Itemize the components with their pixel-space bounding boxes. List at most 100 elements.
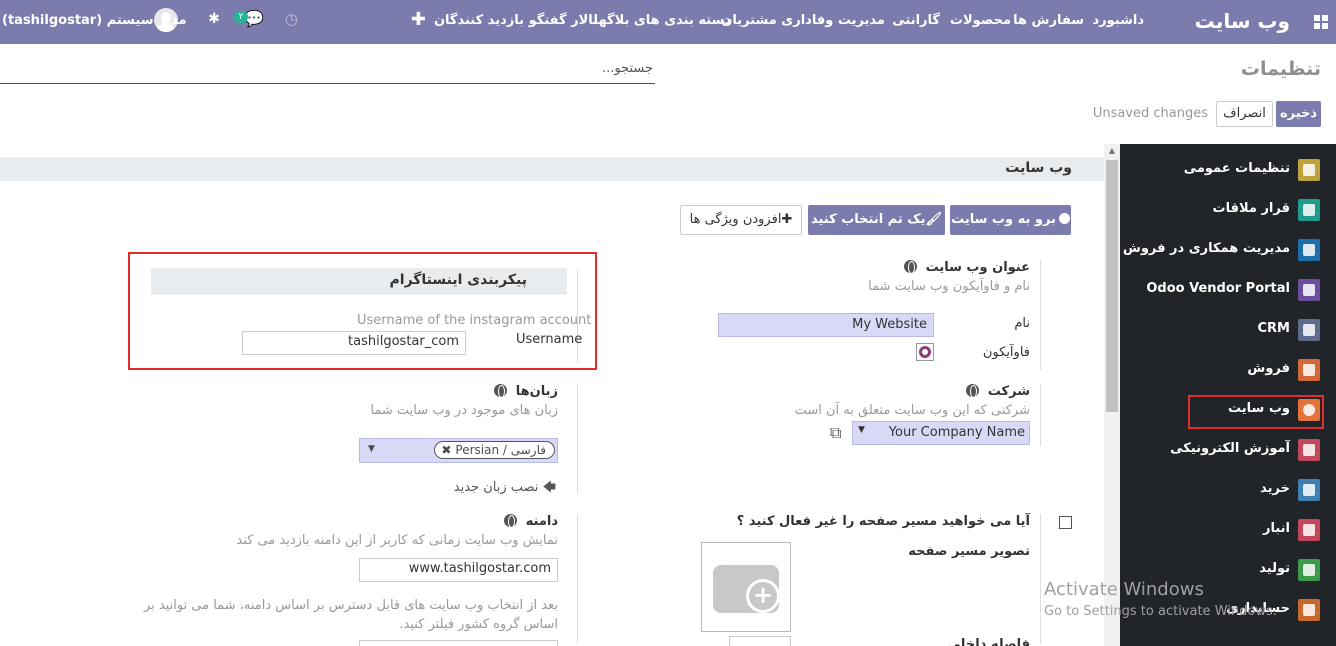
company-select[interactable]: Your Company Name ▼: [852, 421, 1030, 445]
go-to-website-button[interactable]: برو به وب سایت: [950, 205, 1071, 235]
network-icon: [1298, 239, 1320, 261]
plus-icon[interactable]: ✚: [411, 9, 426, 30]
company-desc: شرکتی که این وب سایت متعلق به آن است: [794, 403, 1030, 418]
country-group-input[interactable]: [359, 640, 558, 646]
divider: [1040, 260, 1041, 370]
language-tag: Persian / فارسی ✖: [434, 441, 555, 459]
divider: [1040, 514, 1041, 644]
sidebar-item-elearning[interactable]: آموزش الکترونیکی: [1122, 437, 1322, 463]
invoice-icon: [1298, 599, 1320, 621]
instagram-title: پیکربندی اینستاگرام: [389, 272, 527, 288]
search-bar: [0, 54, 655, 84]
domain-input[interactable]: www.tashilgostar.com: [359, 558, 558, 582]
sidebar-item-vendor-portal[interactable]: Odoo Vendor Portal: [1122, 277, 1322, 303]
box-icon: [1298, 519, 1320, 541]
sidebar-item-affiliate[interactable]: مدیریت همکاری در فروش: [1122, 237, 1322, 263]
section-title-website: وب سایت: [1005, 160, 1072, 176]
name-label: نام: [1014, 316, 1030, 331]
section-header: [0, 157, 1104, 181]
breadcrumb-image-label: تصویر مسیر صفحه: [908, 544, 1030, 559]
sidebar-item-purchase[interactable]: خرید: [1122, 477, 1322, 503]
scrollbar-thumb[interactable]: [1106, 160, 1118, 412]
course-icon: [1298, 439, 1320, 461]
languages-select[interactable]: Persian / فارسی ✖ ▼: [359, 438, 558, 463]
divider: [577, 384, 578, 494]
scroll-up-arrow-icon[interactable]: ▲: [1106, 146, 1118, 156]
top-navbar: وب سایت داشبورد سفارش ها محصولات گارانتی…: [0, 0, 1336, 44]
dropdown-caret-icon: ▼: [368, 444, 375, 454]
languages-desc: زبان های موجود در وب سایت شما: [370, 403, 558, 418]
divider: [1040, 384, 1041, 446]
domain-note-line1: بعد از انتخاب وب سایت های قابل دسترس بر …: [143, 598, 558, 613]
website-title-desc: نام و فاوآیکون وب سایت شما: [868, 279, 1030, 294]
globe-icon: [966, 384, 980, 398]
breadcrumb-image-upload[interactable]: +: [701, 542, 791, 632]
domain-note-line2: اساس گروه کشور فیلتر کنید.: [399, 617, 558, 632]
nav-item-blog-categories[interactable]: دسته بندی های بلاگها: [594, 13, 731, 28]
grid-icon: [1298, 279, 1320, 301]
nav-item-products[interactable]: محصولات: [950, 13, 1011, 28]
credit-card-icon: [1298, 479, 1320, 501]
globe-icon: [904, 260, 918, 274]
apps-menu-icon[interactable]: [1314, 15, 1328, 29]
nav-item-dashboard[interactable]: داشبورد: [1092, 13, 1144, 28]
languages-heading: زبان‌ها: [494, 384, 558, 399]
sidebar-item-general-settings[interactable]: تنظیمات عمومی: [1122, 157, 1322, 183]
plus-icon: ✚: [781, 212, 793, 227]
chat-badge: ۲: [234, 11, 248, 23]
add-features-button[interactable]: ✚افزودن ویژگی ها: [680, 205, 802, 235]
install-language-link[interactable]: 🡄 نصب زبان جدید: [454, 478, 556, 500]
company-heading: شرکت: [966, 384, 1030, 399]
globe-icon: [504, 514, 518, 528]
external-link-icon[interactable]: ⧉: [830, 423, 841, 443]
globe-icon: [1058, 213, 1070, 224]
breadcrumb-question: آیا می خواهید مسیر صفحه را غیر فعال کنید…: [736, 514, 1030, 529]
arrow-right-icon: 🡄: [542, 480, 556, 495]
clock-icon[interactable]: ◷: [285, 10, 298, 28]
instagram-username-label: Username: [516, 332, 583, 347]
instagram-header: پیکربندی اینستاگرام: [151, 268, 567, 294]
search-input[interactable]: [0, 54, 655, 82]
website-name-input[interactable]: My Website: [718, 313, 934, 337]
handshake-icon: [1298, 319, 1320, 341]
divider: [577, 514, 578, 644]
wrench-icon: [1298, 559, 1320, 581]
disable-breadcrumb-checkbox[interactable]: [1059, 516, 1072, 529]
favicon-image[interactable]: [916, 343, 934, 361]
windows-watermark-title: Activate Windows: [1044, 579, 1204, 600]
padding-input[interactable]: [729, 636, 791, 646]
save-button[interactable]: ذخیره: [1276, 101, 1321, 127]
gear-icon: [1298, 159, 1320, 181]
pick-theme-button[interactable]: 🖌یک تم انتخاب کنید: [808, 205, 945, 235]
highlight-box: [1188, 395, 1324, 429]
discard-button[interactable]: انصراف: [1216, 101, 1273, 127]
brand-title: وب سایت: [1194, 9, 1290, 33]
windows-watermark-subtitle: Go to Settings to activate Windows.: [1044, 604, 1277, 619]
nav-item-warranty[interactable]: گارانتی: [892, 13, 940, 28]
padding-label: فاصله داخلی: [947, 637, 1030, 646]
instagram-username-help: Username of the instagram account: [357, 313, 592, 328]
dropdown-caret-icon: ▼: [858, 425, 865, 435]
favicon-label: فاوآیکون: [982, 345, 1030, 360]
page-title: تنظیمات: [1240, 58, 1321, 80]
domain-desc: نمایش وب سایت زمانی که کاربر از این دامن…: [236, 533, 558, 548]
user-menu[interactable]: مدیر سیستم (tashilgostar): [2, 13, 187, 28]
brush-icon: 🖌: [925, 212, 942, 227]
bug-icon[interactable]: ✱: [208, 11, 220, 27]
instagram-username-input[interactable]: tashilgostar_com: [242, 331, 466, 355]
unsaved-changes-text: Unsaved changes: [1092, 106, 1208, 121]
sidebar-item-appointments[interactable]: قرار ملاقات: [1122, 197, 1322, 223]
remove-tag-icon[interactable]: ✖: [441, 442, 451, 458]
calendar-icon: [1298, 199, 1320, 221]
globe-icon: [494, 384, 508, 398]
nav-item-orders[interactable]: سفارش ها: [1013, 13, 1084, 28]
sidebar-item-sales[interactable]: فروش: [1122, 357, 1322, 383]
nav-item-visitors[interactable]: بازدید کنندگان: [434, 13, 524, 28]
sidebar-item-crm[interactable]: CRM: [1122, 317, 1322, 343]
nav-item-forum[interactable]: تالار گفتگو: [529, 13, 598, 28]
sidebar-item-inventory[interactable]: انبار: [1122, 517, 1322, 543]
add-photo-icon: +: [746, 579, 780, 613]
domain-heading: دامنه: [504, 514, 558, 529]
nav-item-loyalty[interactable]: مدیریت وفاداری مشتریان: [721, 13, 885, 28]
website-title-heading: عنوان وب سایت: [904, 260, 1030, 275]
